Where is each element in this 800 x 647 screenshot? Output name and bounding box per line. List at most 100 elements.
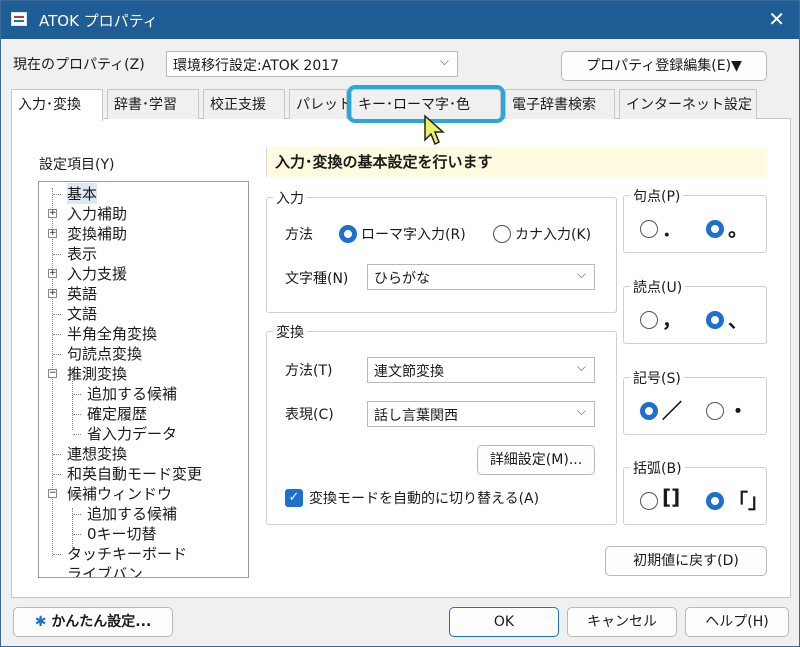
auto-switch-label[interactable]: 変換モードを自動的に切り替える(A): [309, 488, 539, 508]
touten-option-2-radio[interactable]: [706, 311, 724, 329]
convert-method-select[interactable]: 連文節変換 ⌵: [367, 357, 595, 383]
kuten-title: 句点(P): [630, 186, 684, 206]
expand-icon[interactable]: +: [48, 229, 57, 238]
kuten-option-1-radio[interactable]: [640, 220, 658, 238]
tree-item[interactable]: 0キー切替: [87, 523, 157, 544]
tree-item[interactable]: 文語: [67, 303, 97, 324]
romaji-input-radio[interactable]: [339, 225, 357, 243]
detail-settings-button[interactable]: 詳細設定(M)...: [477, 445, 595, 475]
tree-branch: [53, 194, 61, 195]
expression-select[interactable]: 話し言葉関西 ⌵: [367, 401, 595, 427]
current-property-value: 環境移行設定:ATOK 2017: [173, 58, 340, 74]
touten-option-2-label[interactable]: 、: [728, 304, 748, 333]
tree-item[interactable]: 追加する候補: [87, 503, 177, 524]
chevron-down-icon: ⌵: [576, 267, 586, 281]
collapse-icon[interactable]: −: [48, 489, 57, 498]
touten-group: 読点(U) ， 、: [623, 277, 767, 344]
char-type-select[interactable]: ひらがな ⌵: [367, 264, 595, 290]
tab-proofreading[interactable]: 校正支援: [203, 89, 285, 119]
tree-branch: [53, 314, 61, 315]
tree-item[interactable]: 和英自動モード変更: [67, 463, 202, 484]
tree-item[interactable]: 省入力データ: [87, 423, 177, 444]
tree-item[interactable]: 表示: [67, 243, 97, 264]
gear-icon: ✱: [34, 614, 47, 630]
tree-branch: [53, 254, 61, 255]
expression-label: 表現(C): [285, 407, 334, 423]
touten-option-1-radio[interactable]: [640, 311, 658, 329]
convert-method-value: 連文節変換: [374, 364, 444, 380]
tab-palette[interactable]: パレット: [289, 89, 352, 119]
expand-icon[interactable]: +: [48, 209, 57, 218]
expand-icon[interactable]: +: [48, 289, 57, 298]
tree-item[interactable]: 追加する候補: [87, 383, 177, 404]
tree-item[interactable]: 推測変換: [67, 363, 127, 384]
convert-group-title: 変換: [273, 322, 307, 342]
kana-input-label[interactable]: カナ入力(K): [515, 224, 591, 244]
kana-input-radio[interactable]: [493, 225, 511, 243]
collapse-icon[interactable]: −: [48, 369, 57, 378]
tree-item[interactable]: 候補ウィンドウ: [67, 483, 172, 504]
tab-e-dictionary[interactable]: 電子辞書検索: [505, 89, 615, 119]
kigou-option-1-radio[interactable]: [640, 402, 658, 420]
easy-settings-button[interactable]: ✱ かんたん設定...: [13, 607, 173, 637]
char-type-value: ひらがな: [374, 271, 430, 287]
tree-item[interactable]: ライブバン...: [67, 563, 157, 577]
kuten-option-1-label[interactable]: ．: [662, 213, 682, 242]
kigou-option-1-label[interactable]: ／: [662, 395, 682, 424]
close-button[interactable]: ✕: [768, 7, 785, 31]
input-group-title: 入力: [273, 188, 307, 208]
tree-item[interactable]: タッチキーボード: [67, 543, 187, 564]
cancel-button[interactable]: キャンセル: [567, 607, 677, 637]
property-edit-button[interactable]: プロパティ登録編集(E)▼: [561, 51, 767, 81]
atok-app-icon: [11, 12, 27, 26]
section-banner: 入力･変換の基本設定を行います: [266, 147, 767, 177]
tab-internet-settings[interactable]: インターネット設定: [619, 89, 757, 119]
kigou-option-2-label[interactable]: ・: [728, 395, 748, 424]
tree-branch: [73, 434, 81, 435]
chevron-down-icon: ⌵: [576, 360, 586, 374]
help-button[interactable]: ヘルプ(H): [685, 607, 789, 637]
tree-branch: [53, 474, 61, 475]
tree-branch: [53, 454, 61, 455]
tree-item[interactable]: 連想変換: [67, 443, 127, 464]
kakko-option-2-label[interactable]: 「」: [728, 485, 768, 514]
reset-defaults-button[interactable]: 初期値に戻す(D): [605, 546, 767, 576]
auto-switch-checkbox[interactable]: ✓: [285, 489, 303, 507]
touten-option-1-label[interactable]: ，: [662, 304, 682, 333]
settings-tree: 基本 + 入力補助 + 変換補助 表示 + 入力支援 + 英語 文語 半角全角変…: [38, 181, 249, 578]
easy-settings-label: かんたん設定...: [51, 614, 152, 630]
convert-method-label: 方法(T): [285, 363, 333, 379]
tree-item[interactable]: 確定履歴: [87, 403, 147, 424]
tab-dictionary-learning[interactable]: 辞書･学習: [107, 89, 199, 119]
tree-item[interactable]: 半角全角変換: [67, 323, 157, 344]
touten-title: 読点(U): [630, 277, 686, 297]
expression-value: 話し言葉関西: [374, 408, 458, 424]
kakko-option-2-radio[interactable]: [706, 492, 724, 510]
kakko-group: 括弧(B) [] 「」: [623, 458, 768, 525]
kakko-option-1-label[interactable]: []: [662, 485, 680, 509]
title-bar: ATOK プロパティ ✕: [1, 1, 799, 39]
current-property-select[interactable]: 環境移行設定:ATOK 2017 ⌵: [166, 51, 458, 77]
ok-button[interactable]: OK: [449, 607, 559, 637]
tree-item-basic[interactable]: 基本: [67, 183, 98, 204]
chevron-down-icon: ⌵: [439, 54, 449, 68]
mouse-cursor-icon: [424, 114, 445, 146]
input-method-label: 方法: [285, 227, 313, 243]
char-type-label: 文字種(N): [285, 271, 349, 287]
kakko-option-1-radio[interactable]: [640, 492, 658, 510]
tab-input-convert[interactable]: 入力･変換: [11, 89, 103, 121]
input-group: 入力 方法 ローマ字入力(R) カナ入力(K) 文字種(N) ひらがな ⌵: [266, 188, 617, 313]
tree-branch: [73, 414, 81, 415]
tree-branch: [53, 334, 61, 335]
tree-item[interactable]: 入力補助: [67, 203, 127, 224]
tree-item[interactable]: 句読点変換: [67, 343, 142, 364]
expand-icon[interactable]: +: [48, 269, 57, 278]
kigou-option-2-radio[interactable]: [706, 402, 724, 420]
tree-item[interactable]: 英語: [67, 283, 97, 304]
tree-item[interactable]: 入力支援: [67, 263, 127, 284]
tree-branch: [73, 394, 81, 395]
romaji-input-label[interactable]: ローマ字入力(R): [361, 224, 466, 244]
tree-item[interactable]: 変換補助: [67, 223, 127, 244]
kuten-option-2-radio[interactable]: [706, 220, 724, 238]
kuten-option-2-label[interactable]: 。: [728, 213, 748, 242]
